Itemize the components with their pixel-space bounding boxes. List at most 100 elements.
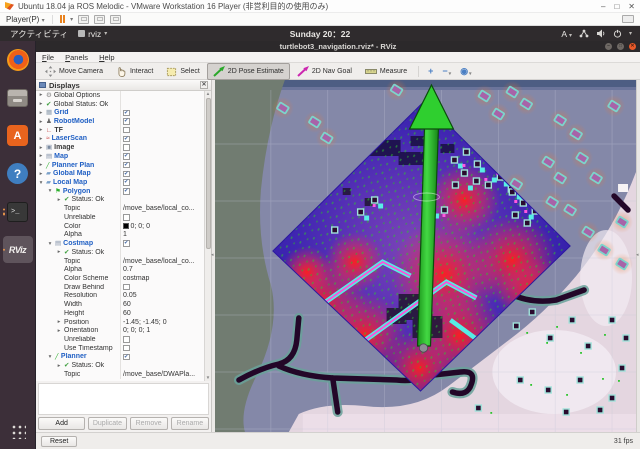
tree-row-alpha[interactable]: Alpha 1: [36, 230, 204, 240]
checkbox[interactable]: [123, 214, 130, 221]
right-panel-splitter[interactable]: ◂: [636, 80, 640, 432]
tree-row-status-ok[interactable]: ▸ ✔ Status: Ok: [36, 195, 204, 205]
expander-icon[interactable]: ▸: [38, 171, 44, 177]
tree-row-grid[interactable]: ▸ ▦ Grid ✔: [36, 108, 204, 118]
tree-row-topic[interactable]: Topic/move_base/local_co...: [36, 204, 204, 214]
close-icon[interactable]: ✕: [200, 81, 208, 89]
checkbox[interactable]: [123, 283, 130, 291]
close-icon[interactable]: ✕: [628, 2, 635, 11]
row-value[interactable]: 60: [123, 301, 131, 308]
tree-row-global-status-ok[interactable]: ▸ ✔ Global Status: Ok: [36, 99, 204, 109]
expander-icon[interactable]: ▸: [38, 136, 44, 142]
player-menu[interactable]: Player(P) ▾: [6, 15, 45, 24]
tree-row-orientation[interactable]: ▸ Orientation 0; 0; 0; 1: [36, 326, 204, 336]
tree-row-global-map[interactable]: ▸ ▰ Global Map ✔: [36, 169, 204, 179]
unity-mode-icon[interactable]: [110, 14, 122, 24]
tree-row-laserscan[interactable]: ▸ ≈ LaserScan ✔: [36, 134, 204, 144]
row-value[interactable]: 0; 0; 0; 1: [123, 327, 150, 334]
tree-row-use-timestamp[interactable]: Use Timestamp: [36, 343, 204, 353]
tree-row-global-options[interactable]: ▸ ⚙ Global Options: [36, 91, 204, 100]
color-swatch[interactable]: [123, 223, 129, 229]
checkbox[interactable]: ✔: [123, 170, 130, 178]
expander-icon[interactable]: ▸: [38, 127, 44, 133]
row-value[interactable]: -1.45; -1.45; 0: [123, 319, 167, 326]
activities-button[interactable]: アクティビティ: [0, 28, 78, 40]
expander-icon[interactable]: ▸: [56, 197, 62, 203]
expander-icon[interactable]: ▾: [47, 241, 53, 247]
viewport-3d[interactable]: [215, 80, 636, 432]
tool-focus-camera[interactable]: ◉ ▾: [456, 66, 475, 77]
app-menu[interactable]: rviz ▾: [78, 29, 107, 39]
input-method-indicator[interactable]: A ▾: [561, 29, 572, 39]
row-value[interactable]: /move_base/DWAPla...: [123, 371, 195, 378]
expander-icon[interactable]: ▸: [56, 363, 62, 369]
expander-icon[interactable]: ▸: [38, 153, 44, 159]
checkbox[interactable]: ✔: [123, 153, 130, 160]
row-value[interactable]: 0; 0; 0: [131, 223, 150, 230]
expander-icon[interactable]: ▸: [38, 145, 44, 151]
menu-file[interactable]: File: [42, 53, 54, 62]
checkbox[interactable]: ✔: [123, 179, 130, 186]
row-value[interactable]: 0.05: [123, 292, 137, 299]
expander-icon[interactable]: ▾: [38, 180, 44, 186]
tree-row-position[interactable]: ▸ Position -1.45; -1.45; 0: [36, 317, 204, 327]
expander-icon[interactable]: ▸: [56, 328, 62, 334]
expander-icon[interactable]: ▾: [47, 354, 53, 360]
expander-icon[interactable]: ▸: [56, 249, 62, 255]
dock-help[interactable]: ?: [3, 160, 33, 187]
tree-row-color[interactable]: Color 0; 0; 0: [36, 221, 204, 231]
fullscreen-icon[interactable]: [94, 14, 106, 24]
maximize-icon[interactable]: □: [617, 43, 624, 50]
tool-interact[interactable]: Interact: [110, 63, 159, 80]
tree-row-status-ok[interactable]: ▸ ✔ Status: Ok: [36, 247, 204, 257]
expander-icon[interactable]: ▸: [38, 101, 44, 107]
row-value[interactable]: costmap: [123, 275, 149, 282]
checkbox[interactable]: ✔: [123, 118, 130, 125]
checkbox[interactable]: ✔: [123, 109, 130, 117]
menu-panels[interactable]: Panels: [65, 53, 88, 62]
checkbox[interactable]: [123, 344, 130, 352]
row-value[interactable]: 60: [123, 310, 131, 317]
dock-rviz[interactable]: RViz: [2, 236, 33, 263]
tree-row-topic[interactable]: Topic/move_base/local_co...: [36, 256, 204, 266]
tool-select[interactable]: Select: [160, 63, 205, 80]
row-value[interactable]: /move_base/local_co...: [123, 205, 195, 212]
scroll-up-icon[interactable]: ▲: [206, 91, 210, 97]
tool-move-camera[interactable]: Move Camera: [39, 63, 109, 80]
devices-icon[interactable]: [78, 14, 90, 24]
tree-row-color-scheme[interactable]: Color Scheme costmap: [36, 274, 204, 283]
checkbox[interactable]: ✔: [123, 353, 130, 361]
expander-icon[interactable]: ▸: [56, 319, 62, 325]
dock-files[interactable]: [3, 84, 33, 111]
tree-row-local-map[interactable]: ▾ ▰ Local Map ✔: [36, 178, 204, 187]
tree-row-tf[interactable]: ▸ ∟ TF: [36, 125, 204, 135]
maximize-icon[interactable]: □: [614, 2, 619, 11]
tree-row-planner-plan[interactable]: ▸ ╱ Planner Plan ✔: [36, 160, 204, 170]
expander-icon[interactable]: ▸: [38, 119, 44, 125]
tree-row-polygon[interactable]: ▾ ⚑ Polygon ✔: [36, 186, 204, 196]
tree-row-image[interactable]: ▸ ▣ Image: [36, 143, 204, 153]
displays-header[interactable]: Displays ✕: [36, 80, 211, 91]
tree-row-alpha[interactable]: Alpha 0.7: [36, 265, 204, 275]
suspend-button[interactable]: [59, 15, 66, 23]
minimize-icon[interactable]: –: [605, 43, 612, 50]
row-value[interactable]: /move_base/local_co...: [123, 258, 195, 265]
checkbox[interactable]: ✔: [123, 161, 130, 169]
tree-scrollbar[interactable]: ▲ ▼: [204, 91, 211, 381]
tree-row-map[interactable]: ▸ ▤ Map ✔: [36, 152, 204, 161]
tree-row-height[interactable]: Height 60: [36, 308, 204, 318]
expander-icon[interactable]: ▸: [38, 110, 44, 116]
tool-pose-estimate[interactable]: 2D Pose Estimate: [206, 62, 290, 80]
rviz-titlebar[interactable]: turtlebot3_navigation.rviz* - RViz – □ ✕: [36, 41, 640, 52]
system-tray[interactable]: A ▾ ▾: [561, 29, 640, 39]
checkbox[interactable]: ✔: [123, 188, 130, 195]
minimize-icon[interactable]: –: [601, 2, 605, 11]
checkbox[interactable]: ✔: [123, 240, 130, 247]
dock-software[interactable]: A: [3, 122, 33, 149]
tree-row-robotmodel[interactable]: ▸ ♟ RobotModel ✔: [36, 117, 204, 126]
tool-add-tool[interactable]: +: [424, 66, 437, 76]
tree-row-unreliable[interactable]: Unreliable: [36, 213, 204, 222]
tool-nav-goal[interactable]: 2D Nav Goal: [291, 63, 358, 80]
tree-row-status-ok[interactable]: ▸ ✔ Status: Ok: [36, 361, 204, 370]
reset-button[interactable]: Reset: [41, 435, 78, 447]
